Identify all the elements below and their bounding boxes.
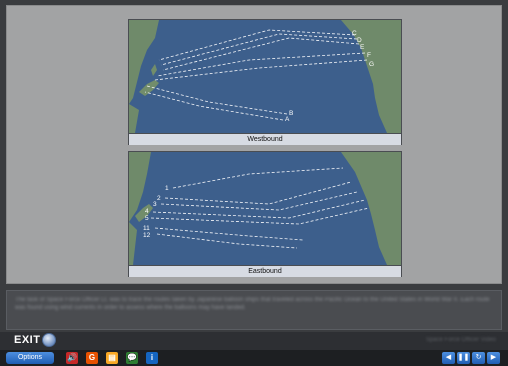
route-label-d: D — [357, 37, 362, 44]
audio-icon[interactable]: 🔊 — [66, 352, 78, 364]
westbound-map-card: C D E F G B A Westbound — [128, 19, 402, 145]
bottom-toolbar: Options 🔊 G ▤ 💬 i ◀ ❚❚ ↻ ▶ — [0, 350, 508, 366]
info-icon[interactable]: i — [146, 352, 158, 364]
route-label-f: F — [367, 52, 371, 59]
eastbound-caption: Eastbound — [129, 265, 401, 277]
route-label-2: 2 — [157, 195, 161, 202]
next-button[interactable]: ▶ — [487, 352, 500, 364]
route-label-b: B — [289, 110, 293, 117]
previous-button[interactable]: ◀ — [442, 352, 455, 364]
exit-button[interactable]: EXIT — [14, 334, 40, 346]
replay-button[interactable]: ↻ — [472, 352, 485, 364]
comments-icon[interactable]: 💬 — [126, 352, 138, 364]
narration-text: The task of Space Force Officer Lt. was … — [15, 297, 490, 311]
notes-icon[interactable]: ▤ — [106, 352, 118, 364]
eastbound-map: 1 2 3 4 5 11 12 — [129, 152, 401, 265]
route-label-c: C — [352, 30, 357, 37]
route-label-e: E — [360, 44, 365, 51]
route-label-g: G — [369, 61, 374, 68]
narration-panel: The task of Space Force Officer Lt. was … — [6, 290, 502, 330]
route-label-a: A — [285, 116, 290, 123]
route-label-5: 5 — [145, 215, 149, 222]
route-label-11: 11 — [143, 225, 150, 232]
course-title: Space Force Officer Video — [425, 337, 496, 343]
pause-button[interactable]: ❚❚ — [457, 352, 470, 364]
glossary-icon[interactable]: G — [86, 352, 98, 364]
route-label-3: 3 — [153, 201, 157, 208]
eastbound-map-card: 1 2 3 4 5 11 12 Eastbound — [128, 151, 402, 277]
exit-bar: EXIT Space Force Officer Video — [0, 332, 508, 350]
course-player: C D E F G B A Westbound 1 2 3 4 5 11 12 … — [0, 0, 508, 366]
exit-knob-icon[interactable] — [42, 333, 56, 347]
route-label-4: 4 — [145, 208, 149, 215]
content-stage: C D E F G B A Westbound 1 2 3 4 5 11 12 … — [6, 5, 502, 284]
westbound-caption: Westbound — [129, 133, 401, 145]
route-label-1: 1 — [165, 185, 169, 192]
options-button[interactable]: Options — [6, 352, 54, 364]
route-label-12: 12 — [143, 232, 151, 239]
westbound-map: C D E F G B A — [129, 20, 401, 133]
